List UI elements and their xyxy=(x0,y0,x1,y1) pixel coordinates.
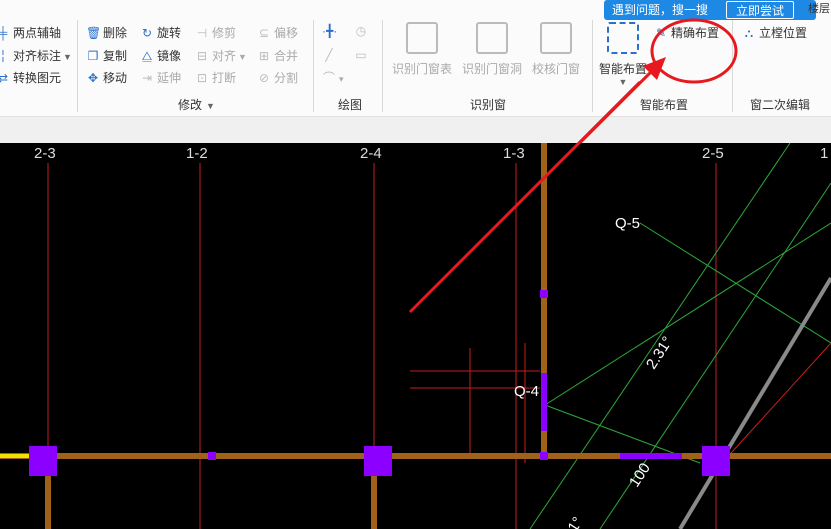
drawing-canvas[interactable]: 2-3 1-2 2-4 1-3 2-5 1 Q-5 Q-4 2.31° 100 … xyxy=(0,143,831,529)
axis-label: 2-3 xyxy=(34,145,56,162)
axis-label: 1-2 xyxy=(186,145,208,162)
column-small xyxy=(540,290,548,298)
column[interactable] xyxy=(29,446,57,476)
window-q5[interactable] xyxy=(620,453,682,459)
column[interactable] xyxy=(702,446,730,476)
diagonal-axis xyxy=(721,342,831,464)
wall-label-q5: Q-5 xyxy=(615,215,641,232)
axis-label: 1-3 xyxy=(503,145,525,162)
axis-label: 1 xyxy=(820,145,829,162)
column-small xyxy=(540,452,548,460)
cad-drawing[interactable] xyxy=(0,143,831,529)
dimension-line xyxy=(544,222,831,406)
column-small xyxy=(208,452,216,460)
axis-label: 2-5 xyxy=(702,145,724,162)
window-q4[interactable] xyxy=(541,373,547,431)
highlight-circle xyxy=(650,18,738,84)
beam-yellow-end xyxy=(0,454,30,458)
axis-label: 2-4 xyxy=(360,145,382,162)
column[interactable] xyxy=(364,446,392,476)
diagonal-wall xyxy=(678,276,831,529)
wall-label-q4: Q-4 xyxy=(514,383,540,400)
